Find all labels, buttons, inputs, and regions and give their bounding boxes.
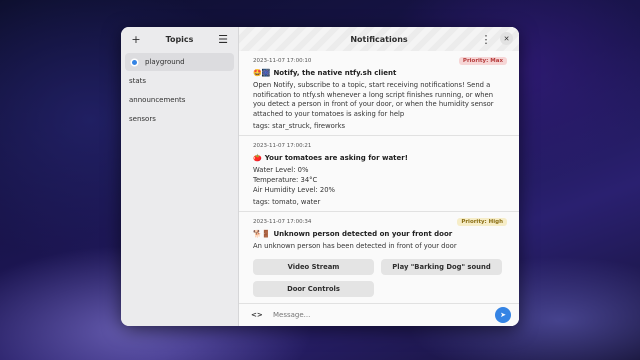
code-toggle-icon[interactable]: <> (251, 311, 265, 319)
page-title: Notifications (350, 34, 408, 44)
notification-timestamp: 2023-11-07 17:00:34 (253, 218, 312, 225)
message-input[interactable] (271, 310, 495, 320)
priority-badge: Priority: Max (458, 56, 507, 65)
notifications-pane: Notifications ⋮ ✕ 2023-11-07 17:00:10 Pr… (239, 27, 519, 326)
notification-title: 🍅 Your tomatoes are asking for water! (253, 154, 507, 162)
sidebar-item-label: sensors (129, 115, 156, 123)
notification-title-text: Notify, the native ntfy.sh client (273, 69, 397, 77)
notification-title-text: Your tomatoes are asking for water! (264, 154, 408, 163)
notification-body: Open Notify, subscribe to a topic, start… (253, 81, 494, 118)
notification-title: 🐕🚪 Unknown person detected on your front… (253, 230, 507, 238)
notification-body: An unknown person has been detected in f… (253, 242, 457, 251)
unread-dot-icon (132, 59, 137, 65)
sidebar-item-label: playground (145, 58, 185, 66)
sidebar-item-stats[interactable]: stats (125, 72, 234, 90)
notification-card: 2023-11-07 17:00:21 🍅 Your tomatoes are … (239, 136, 519, 213)
priority-badge: Priority: High (457, 217, 507, 226)
notification-tags: tags: star_struck, fireworks (253, 122, 346, 131)
sidebar-item-playground[interactable]: playground (125, 53, 234, 71)
notification-card: 2023-11-07 17:00:10 Priority: Max 🤩🎆 Not… (239, 51, 519, 137)
notification-timestamp: 2023-11-07 17:00:21 (253, 142, 312, 149)
notification-title: 🤩🎆 Notify, the native ntfy.sh client (253, 69, 507, 77)
notification-feed[interactable]: 2023-11-07 17:00:10 Priority: Max 🤩🎆 Not… (239, 51, 519, 303)
notification-title-text: Unknown person detected on your front do… (273, 230, 453, 239)
door-controls-button[interactable]: Door Controls (253, 280, 374, 297)
kebab-menu-icon[interactable]: ⋮ (479, 32, 493, 46)
close-icon[interactable]: ✕ (500, 32, 513, 45)
notification-timestamp: 2023-11-07 17:00:10 (253, 57, 312, 64)
topic-list: playground stats announcements sensors (121, 51, 238, 131)
notification-actions: Video Stream Play "Barking Dog" sound Do… (253, 258, 507, 297)
video-stream-button[interactable]: Video Stream (253, 258, 374, 275)
app-window: + Topics ☰ playground stats announcement… (121, 27, 519, 326)
sidebar-item-label: stats (129, 77, 147, 85)
notification-card: 2023-11-07 17:00:34 Priority: High 🐕🚪 Un… (239, 212, 519, 302)
sidebar-title: Topics (165, 34, 194, 44)
topics-sidebar: + Topics ☰ playground stats announcement… (121, 27, 239, 326)
hamburger-menu-icon[interactable]: ☰ (216, 32, 230, 46)
sidebar-item-label: announcements (129, 96, 186, 104)
dog-door-icon: 🐕🚪 (253, 230, 271, 239)
play-barking-dog-button[interactable]: Play "Barking Dog" sound (381, 258, 502, 275)
sidebar-header: + Topics ☰ (121, 27, 238, 51)
add-topic-icon[interactable]: + (129, 32, 143, 46)
tomato-icon: 🍅 (253, 154, 262, 163)
star-struck-fireworks-icon: 🤩🎆 (253, 69, 271, 77)
sidebar-item-sensors[interactable]: sensors (125, 110, 234, 128)
notification-tags: tags: tomato, water (253, 198, 321, 207)
sidebar-item-announcements[interactable]: announcements (125, 91, 234, 109)
send-icon[interactable]: ➤ (495, 307, 511, 323)
notification-body: Water Level: 0% Temperature: 34°C Air Hu… (253, 166, 335, 194)
message-composer: <> ➤ (239, 303, 519, 326)
notifications-header: Notifications ⋮ ✕ (239, 27, 519, 51)
